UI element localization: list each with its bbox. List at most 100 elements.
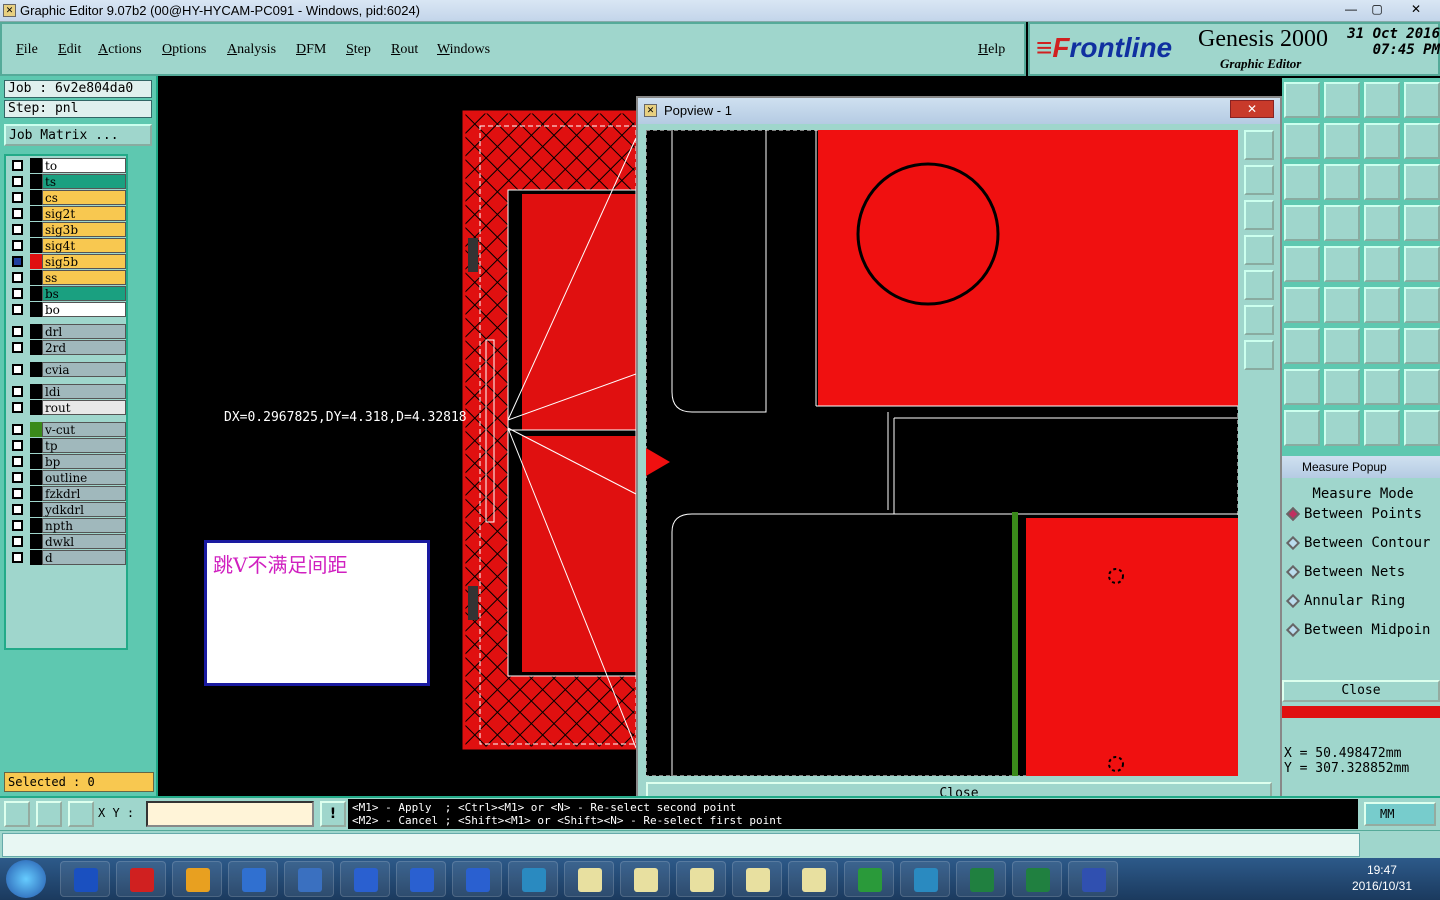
taskbar-clock[interactable]: 19:47 2016/10/31 — [1352, 862, 1412, 894]
layer-checkbox[interactable] — [12, 488, 23, 499]
menu-options[interactable]: Options — [162, 42, 206, 58]
ruler-icon[interactable] — [1364, 246, 1400, 282]
tri-measure-icon[interactable] — [1404, 410, 1440, 446]
layer-row-dwkl[interactable]: dwkl — [8, 534, 126, 549]
measure-option-2[interactable]: Between Nets — [1286, 560, 1440, 584]
layer-checkbox[interactable] — [12, 224, 23, 235]
job-matrix-button[interactable]: Job Matrix ... — [4, 124, 152, 146]
measure-close-button[interactable]: Close — [1282, 680, 1440, 702]
drill-icon[interactable] — [1364, 287, 1400, 323]
popview-canvas[interactable] — [646, 130, 1238, 776]
taskbar-editor-button[interactable] — [620, 861, 670, 897]
taskbar-frontline-button[interactable] — [340, 861, 390, 897]
layer-row-ydkdrl[interactable]: ydkdrl — [8, 502, 126, 517]
taskbar-editor-button[interactable] — [676, 861, 726, 897]
menu-rout[interactable]: Rout — [391, 42, 418, 58]
layer-checkbox[interactable] — [12, 288, 23, 299]
layer-row-ldi[interactable]: ldi — [8, 384, 126, 399]
taskbar-network-button[interactable] — [900, 861, 950, 897]
pan-right-icon[interactable] — [1244, 270, 1274, 300]
node-icon[interactable] — [1284, 287, 1320, 323]
grid-view-icon[interactable] — [1324, 205, 1360, 241]
layer-checkbox[interactable] — [12, 456, 23, 467]
measure-option-1[interactable]: Between Contour — [1286, 531, 1440, 555]
arc-icon[interactable] — [1364, 328, 1400, 364]
menu-edit[interactable]: Edit — [58, 42, 81, 58]
layer-row-ts[interactable]: ts — [8, 174, 126, 189]
fit-box-icon[interactable] — [1364, 369, 1400, 405]
layer-checkbox[interactable] — [12, 552, 23, 563]
angle-icon[interactable] — [1284, 328, 1320, 364]
measure-option-0[interactable]: Between Points — [1286, 502, 1440, 526]
layer-row-outline[interactable]: outline — [8, 470, 126, 485]
move-icon[interactable] — [1284, 369, 1320, 405]
menu-actions[interactable]: Actions — [98, 42, 142, 58]
measure-option-4[interactable]: Between Midpoin — [1286, 618, 1440, 642]
measure-icon[interactable] — [36, 801, 62, 827]
layer-row-npth[interactable]: npth — [8, 518, 126, 533]
popview-titlebar[interactable]: ✕ Popview - 1 ✕ — [638, 98, 1280, 124]
layer-row-cs[interactable]: cs — [8, 190, 126, 205]
snap-icon[interactable] — [4, 801, 30, 827]
zoom-fit-icon[interactable] — [1244, 130, 1274, 160]
net-icon[interactable] — [1364, 205, 1400, 241]
zoom-home-icon[interactable] — [1284, 82, 1320, 118]
layer-row-cvia[interactable]: cvia — [8, 362, 126, 377]
tri-up-icon[interactable] — [1324, 410, 1360, 446]
slash-icon[interactable] — [1324, 328, 1360, 364]
taskbar-excel-button[interactable] — [956, 861, 1006, 897]
layer-row-fzkdrl[interactable]: fzkdrl — [8, 486, 126, 501]
scale-icon[interactable] — [1364, 164, 1400, 200]
layer-checkbox[interactable] — [12, 386, 23, 397]
layer-checkbox[interactable] — [12, 192, 23, 203]
menu-help[interactable]: Help — [978, 42, 1005, 58]
split-icon[interactable] — [1404, 328, 1440, 364]
step-right-icon[interactable] — [1324, 123, 1360, 159]
tri-arrow-icon[interactable] — [1364, 410, 1400, 446]
layer-row-v-cut[interactable]: v-cut — [8, 422, 126, 437]
layer-row-ss[interactable]: ss — [8, 270, 126, 285]
minus-icon[interactable] — [1324, 369, 1360, 405]
line-icon[interactable] — [1324, 246, 1360, 282]
step-left-icon[interactable] — [1284, 123, 1320, 159]
measure-option-3[interactable]: Annular Ring — [1286, 589, 1440, 613]
pad-icon[interactable] — [1284, 246, 1320, 282]
layer-row-sig2t[interactable]: sig2t — [8, 206, 126, 221]
layer-checkbox[interactable] — [12, 424, 23, 435]
units-select[interactable]: MM — [1364, 802, 1436, 826]
taskbar-frontline-p-button[interactable] — [844, 861, 894, 897]
tri-icon[interactable] — [1284, 410, 1320, 446]
menu-step[interactable]: Step — [346, 42, 371, 58]
drill-alt-icon[interactable] — [1404, 287, 1440, 323]
net-alt-icon[interactable] — [1404, 205, 1440, 241]
taskbar-genesis-button[interactable] — [116, 861, 166, 897]
layer-checkbox[interactable] — [12, 256, 23, 267]
help-icon[interactable] — [1404, 164, 1440, 200]
menu-analysis[interactable]: Analysis — [227, 42, 276, 58]
zoom-prev-icon[interactable] — [1324, 82, 1360, 118]
taskbar-save-button[interactable] — [60, 861, 110, 897]
dot-icon[interactable] — [1404, 246, 1440, 282]
taskbar-frontline-button[interactable] — [396, 861, 446, 897]
layer-checkbox[interactable] — [12, 520, 23, 531]
grid-icon[interactable] — [68, 801, 94, 827]
layer-row-d[interactable]: d — [8, 550, 126, 565]
center-icon[interactable] — [1324, 164, 1360, 200]
layer-row-rout[interactable]: rout — [8, 400, 126, 415]
taskbar-shell-button[interactable] — [172, 861, 222, 897]
mirror-icon[interactable] — [1364, 123, 1400, 159]
layer-checkbox[interactable] — [12, 304, 23, 315]
layer-checkbox[interactable] — [12, 240, 23, 251]
layer-row-bp[interactable]: bp — [8, 454, 126, 469]
window-icon[interactable] — [1404, 82, 1440, 118]
layer-row-drl[interactable]: drl — [8, 324, 126, 339]
layer-row-sig3b[interactable]: sig3b — [8, 222, 126, 237]
layer-checkbox[interactable] — [12, 326, 23, 337]
layer-checkbox[interactable] — [12, 504, 23, 515]
start-button[interactable] — [6, 860, 46, 898]
layer-row-2rd[interactable]: 2rd — [8, 340, 126, 355]
minimize-button[interactable]: — — [1338, 1, 1364, 19]
menu-file[interactable]: File — [16, 42, 38, 58]
layer-checkbox[interactable] — [12, 176, 23, 187]
menu-dfm[interactable]: DFM — [296, 42, 326, 58]
